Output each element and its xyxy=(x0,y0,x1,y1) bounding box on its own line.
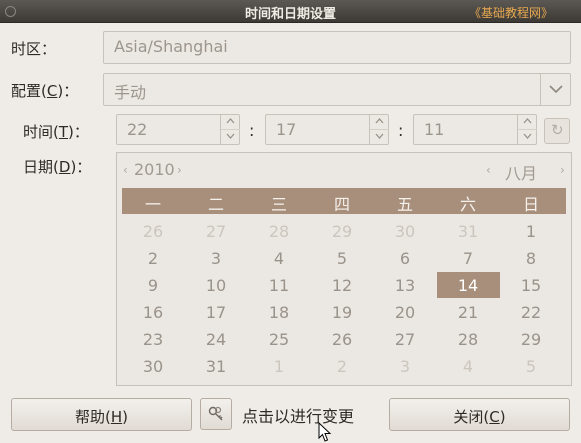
calendar-day[interactable]: 18 xyxy=(259,303,299,322)
calendar-day[interactable]: 12 xyxy=(322,276,362,295)
calendar-day[interactable]: 3 xyxy=(385,357,425,376)
sync-time-button[interactable]: ↻ xyxy=(544,118,570,144)
calendar-day[interactable]: 26 xyxy=(322,330,362,349)
key-lock-icon xyxy=(208,406,223,421)
hours-value: 22 xyxy=(127,120,148,139)
calendar-day[interactable]: 15 xyxy=(511,276,551,295)
calendar-day[interactable]: 22 xyxy=(511,303,551,322)
calendar-day[interactable]: 31 xyxy=(448,222,488,241)
time-date-settings-window: 时间和日期设置 《基础教程网》 时区： Asia/Shanghai 配置(C)：… xyxy=(0,0,581,443)
minutes-value: 17 xyxy=(276,120,297,139)
mouse-pointer-icon xyxy=(318,422,332,442)
calendar-day[interactable]: 4 xyxy=(448,357,488,376)
calendar-day[interactable]: 9 xyxy=(133,276,173,295)
increase-hours-button[interactable] xyxy=(221,114,240,130)
calendar-day[interactable]: 7 xyxy=(448,249,488,268)
calendar-day[interactable]: 24 xyxy=(196,330,236,349)
calendar-day[interactable]: 4 xyxy=(259,249,299,268)
increase-seconds-button[interactable] xyxy=(518,114,537,130)
calendar-day[interactable]: 2 xyxy=(322,357,362,376)
decrease-hours-button[interactable] xyxy=(221,129,240,144)
close-button-label: 关闭(C) xyxy=(453,408,506,426)
config-value: 手动 xyxy=(114,83,147,102)
calendar-day[interactable]: 31 xyxy=(196,357,236,376)
weekday-label: 六 xyxy=(459,195,476,214)
refresh-icon: ↻ xyxy=(551,121,564,139)
help-button-label: 帮助(H) xyxy=(74,408,128,426)
weekday-label: 日 xyxy=(522,195,539,214)
time-separator: : xyxy=(398,121,404,140)
calendar-day[interactable]: 10 xyxy=(196,276,236,295)
calendar-day[interactable]: 30 xyxy=(133,357,173,376)
calendar-day[interactable]: 6 xyxy=(385,249,425,268)
calendar-day[interactable]: 5 xyxy=(511,357,551,376)
calendar-day[interactable]: 2 xyxy=(133,249,173,268)
next-month-chevron-right-icon[interactable]: › xyxy=(560,163,565,177)
close-button[interactable]: 关闭(C) xyxy=(389,398,570,431)
calendar-day[interactable]: 25 xyxy=(259,330,299,349)
titlebar: 时间和日期设置 《基础教程网》 xyxy=(0,0,581,23)
calendar-day[interactable]: 19 xyxy=(322,303,362,322)
calendar-day[interactable]: 11 xyxy=(259,276,299,295)
unlock-button[interactable] xyxy=(200,398,232,430)
weekday-label: 二 xyxy=(207,195,224,214)
weekday-label: 四 xyxy=(333,195,350,214)
calendar-day[interactable]: 3 xyxy=(196,249,236,268)
calendar-month: 八月 xyxy=(505,164,538,183)
chevron-down-icon[interactable] xyxy=(540,74,570,105)
timezone-value: Asia/Shanghai xyxy=(114,37,228,56)
watermark-text: 《基础教程网》 xyxy=(468,6,553,20)
calendar-day[interactable]: 1 xyxy=(511,222,551,241)
calendar-day[interactable]: 29 xyxy=(322,222,362,241)
minutes-spinner[interactable]: 17 xyxy=(265,114,389,145)
hours-spin-buttons xyxy=(220,114,240,145)
config-combobox[interactable]: 手动 xyxy=(103,73,571,106)
prev-year-chevron-left-icon[interactable]: ‹ xyxy=(123,163,128,177)
calendar-day[interactable]: 17 xyxy=(196,303,236,322)
seconds-spinner[interactable]: 11 xyxy=(413,114,537,145)
calendar-day[interactable]: 8 xyxy=(511,249,551,268)
calendar-day[interactable]: 27 xyxy=(385,330,425,349)
next-year-chevron-right-icon[interactable]: › xyxy=(177,163,182,177)
calendar-day[interactable]: 13 xyxy=(385,276,425,295)
calendar-day[interactable]: 20 xyxy=(385,303,425,322)
calendar-day[interactable]: 28 xyxy=(448,330,488,349)
calendar-day[interactable]: 28 xyxy=(259,222,299,241)
calendar-day[interactable]: 30 xyxy=(385,222,425,241)
increase-minutes-button[interactable] xyxy=(370,114,389,130)
calendar-day[interactable]: 16 xyxy=(133,303,173,322)
prev-month-chevron-left-icon[interactable]: ‹ xyxy=(486,163,491,177)
calendar-day[interactable]: 26 xyxy=(133,222,173,241)
weekday-label: 五 xyxy=(396,195,413,214)
weekday-label: 一 xyxy=(144,195,161,214)
time-separator: : xyxy=(249,121,255,140)
calendar-year: 2010 xyxy=(134,160,175,179)
calendar-day[interactable]: 27 xyxy=(196,222,236,241)
help-button[interactable]: 帮助(H) xyxy=(11,398,192,431)
timezone-label: 时区： xyxy=(11,40,57,58)
calendar[interactable]: ‹ 2010 › ‹ 八月 › 一二三四五六日 26 27 28 29 30 31 1 2 3 4… xyxy=(116,152,572,386)
calendar-day[interactable]: 14 xyxy=(448,276,488,295)
seconds-spin-buttons xyxy=(517,114,537,145)
unlock-hint-text: 点击以进行变更 xyxy=(242,407,355,426)
weekday-label: 三 xyxy=(270,195,287,214)
calendar-day[interactable]: 1 xyxy=(259,357,299,376)
time-label: 时间(T)： xyxy=(23,123,89,141)
date-label: 日期(D)： xyxy=(23,158,92,176)
hours-spinner[interactable]: 22 xyxy=(116,114,240,145)
minutes-spin-buttons xyxy=(369,114,389,145)
config-label: 配置(C)： xyxy=(11,82,79,100)
calendar-day[interactable]: 29 xyxy=(511,330,551,349)
decrease-minutes-button[interactable] xyxy=(370,129,389,144)
calendar-day[interactable]: 5 xyxy=(322,249,362,268)
decrease-seconds-button[interactable] xyxy=(518,129,537,144)
timezone-field[interactable]: Asia/Shanghai xyxy=(103,31,571,64)
seconds-value: 11 xyxy=(424,120,445,139)
weekday-header: 一二三四五六日 xyxy=(122,188,566,214)
calendar-day[interactable]: 21 xyxy=(448,303,488,322)
calendar-day[interactable]: 23 xyxy=(133,330,173,349)
